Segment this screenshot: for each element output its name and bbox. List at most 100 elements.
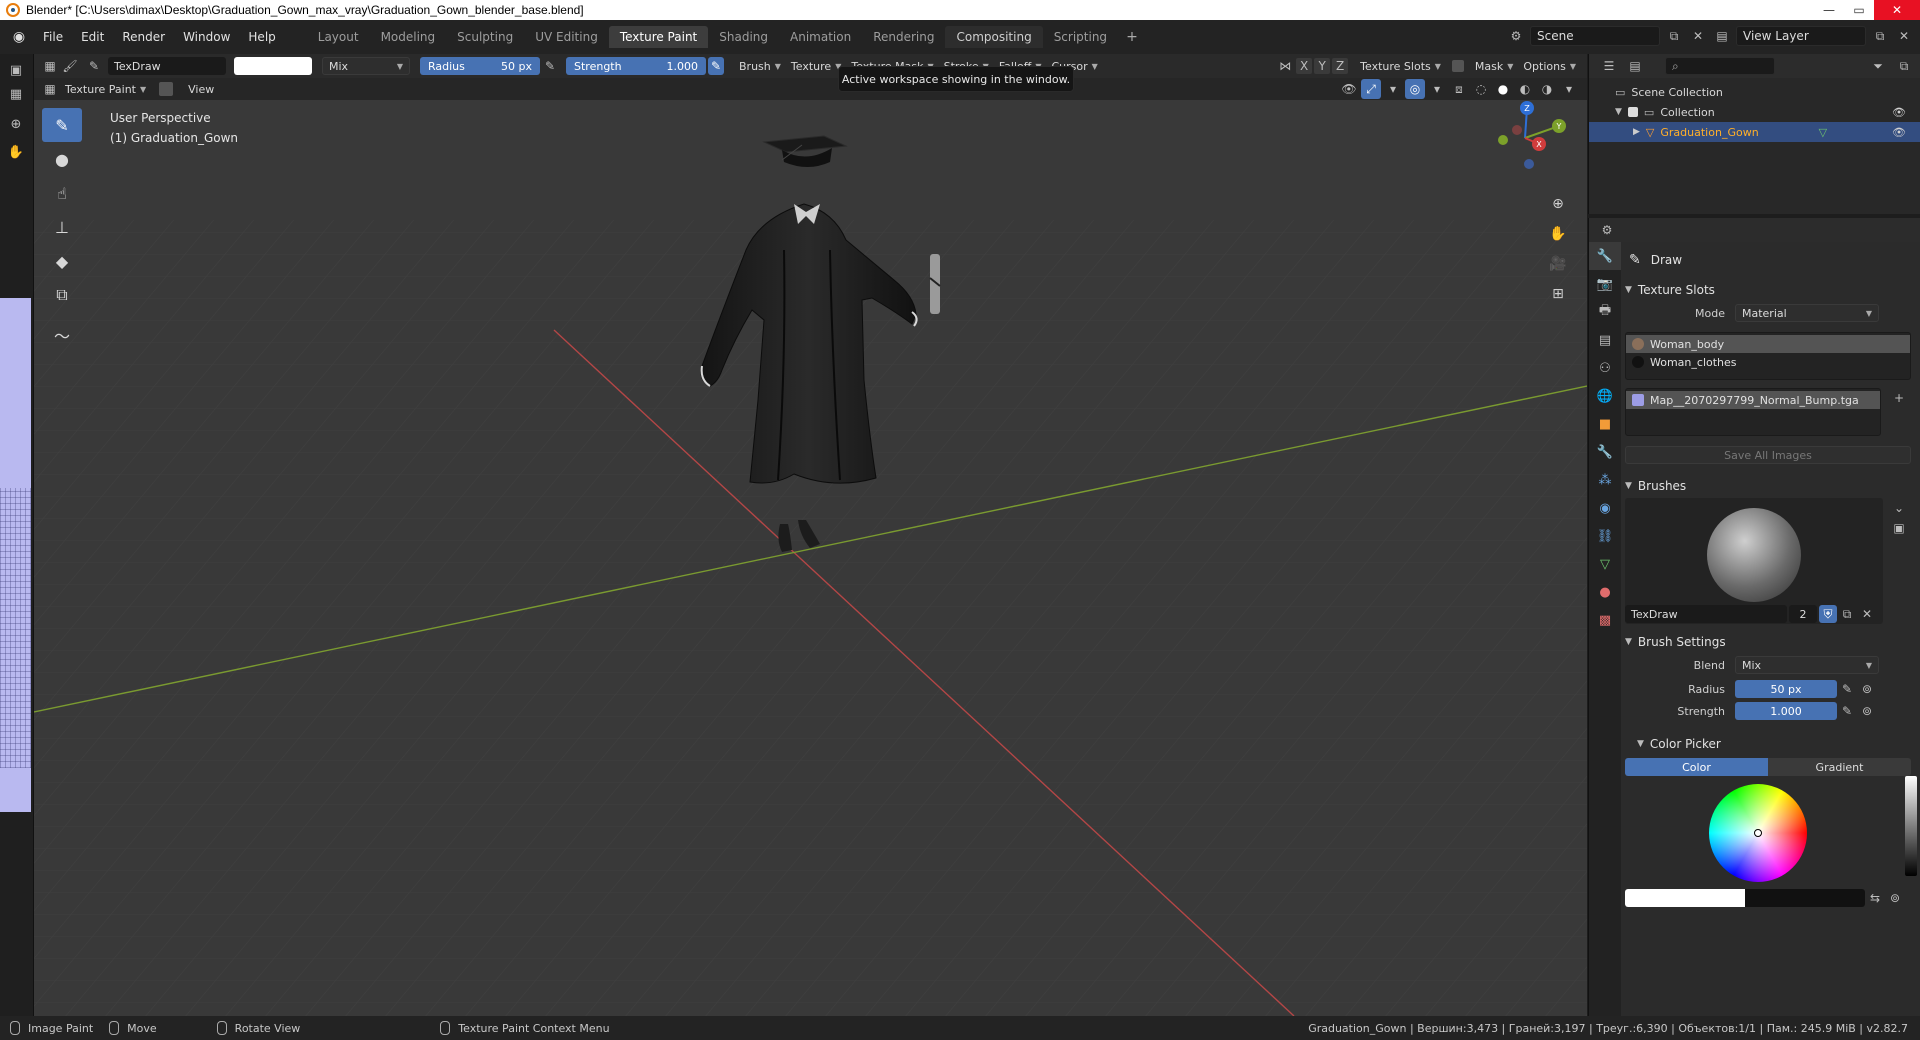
editor-type-icon[interactable]: ▣ <box>6 60 26 80</box>
clone-tool-icon[interactable]: ⊥ <box>42 210 82 244</box>
brush-name-field[interactable]: TexDraw <box>108 57 226 75</box>
tab-view-layer-icon[interactable]: ▤ <box>1589 326 1621 354</box>
shading-dropdown-icon[interactable]: ▾ <box>1559 79 1579 99</box>
add-image-icon[interactable]: + <box>1889 388 1909 408</box>
blend-select[interactable]: Mix ▼ <box>1735 656 1879 674</box>
tab-material-icon[interactable]: ● <box>1589 578 1621 606</box>
list-item-woman-body[interactable]: Woman_body <box>1626 335 1910 353</box>
view-layer-field[interactable]: View Layer <box>1736 26 1866 46</box>
tab-data-icon[interactable]: ▽ <box>1589 550 1621 578</box>
smear-tool-icon[interactable]: ☝ <box>42 176 82 210</box>
mask-tool-icon[interactable]: ⧉ <box>42 278 82 312</box>
zoom-view-icon[interactable]: ⊕ <box>1546 192 1570 216</box>
delete-view-layer-icon[interactable]: ✕ <box>1894 26 1914 46</box>
tab-sculpting[interactable]: Sculpting <box>446 26 524 48</box>
swap-colors-icon[interactable]: ⇆ <box>1865 888 1885 908</box>
ortho-toggle-icon[interactable]: ⊞ <box>1546 282 1570 306</box>
texture-slots-panel-header[interactable]: ▼ Texture Slots <box>1625 278 1917 302</box>
tab-world-icon[interactable]: 🌐 <box>1589 382 1621 410</box>
delete-scene-icon[interactable]: ✕ <box>1688 26 1708 46</box>
blender-menu-icon[interactable]: ◉ <box>10 28 28 46</box>
list-item-woman-clothes[interactable]: Woman_clothes <box>1626 353 1910 371</box>
mode-select[interactable]: Texture Paint ▼ <box>60 80 151 98</box>
radius-unit-icon[interactable]: ⊚ <box>1857 679 1877 699</box>
scene-field[interactable]: Scene <box>1530 26 1660 46</box>
tab-scene-icon[interactable]: ⚇ <box>1589 354 1621 382</box>
visibility-eye-icon[interactable]: 👁 <box>1892 126 1906 139</box>
fill-tool-icon[interactable]: ◆ <box>42 244 82 278</box>
outliner-search-input[interactable]: ⌕ <box>1665 57 1775 75</box>
tab-compositing[interactable]: Compositing <box>945 26 1043 48</box>
new-view-layer-icon[interactable]: ⧉ <box>1870 26 1890 46</box>
strength-slider[interactable]: Strength 1.000 <box>566 57 706 75</box>
brush-settings-panel-header[interactable]: ▼ Brush Settings <box>1625 630 1917 654</box>
tab-scripting[interactable]: Scripting <box>1043 26 1118 48</box>
zoom-icon[interactable]: ⊕ <box>6 114 26 134</box>
tab-texture-icon[interactable]: ▩ <box>1589 606 1621 634</box>
mirror-x-toggle[interactable]: X <box>1296 58 1313 74</box>
fake-user-shield-icon[interactable]: ⛨ <box>1819 605 1837 623</box>
editor-type-icon[interactable]: ☰ <box>1599 56 1619 76</box>
brush-preview-icon[interactable]: ✎ <box>84 56 104 76</box>
annotate-tool-icon[interactable]: 〜 <box>42 318 82 352</box>
view-menu[interactable]: View <box>183 80 219 98</box>
radius-pressure-icon[interactable]: ✎ <box>1837 679 1857 699</box>
xray-icon[interactable]: ⧈ <box>1449 79 1469 99</box>
outliner-row-collection[interactable]: ▼ ▭ Collection 👁 <box>1589 102 1920 122</box>
brush-image-icon[interactable]: ▣ <box>1889 518 1909 538</box>
scene-browse-icon[interactable]: ⚙ <box>1506 26 1526 46</box>
unlink-brush-icon[interactable]: ✕ <box>1857 604 1877 624</box>
camera-view-icon[interactable]: 🎥 <box>1546 252 1570 276</box>
tab-particles-icon[interactable]: ⁂ <box>1589 466 1621 494</box>
duplicate-brush-icon[interactable]: ⧉ <box>1837 604 1857 624</box>
tab-tool-icon[interactable]: 🔧 <box>1589 242 1621 270</box>
unified-color-icon[interactable]: ⊚ <box>1885 888 1905 908</box>
3d-viewport[interactable]: ✎ ● ☝ ⊥ ◆ ⧉ 〜 User Perspective (1) Gradu… <box>34 100 1587 1016</box>
strength-pressure-icon[interactable]: ✎ <box>708 57 724 75</box>
tab-uv-editing[interactable]: UV Editing <box>524 26 609 48</box>
strength-unified-icon[interactable]: ⊚ <box>1857 701 1877 721</box>
visibility-eye-icon[interactable]: 👁 <box>1892 106 1906 119</box>
list-item-normal-bump[interactable]: Map__2070297799_Normal_Bump.tga <box>1626 391 1880 409</box>
axis-gizmo[interactable]: Z Y X <box>1473 100 1583 190</box>
visibility-icon[interactable]: 👁 <box>1339 79 1359 99</box>
tab-rendering[interactable]: Rendering <box>862 26 945 48</box>
outliner-row-scene-collection[interactable]: ▭ Scene Collection <box>1589 82 1920 102</box>
overlays-toggle-icon[interactable]: ◎ <box>1405 79 1425 99</box>
navigation-gizmo[interactable]: Z Y X ⊕ ✋ 🎥 ⊞ <box>1473 100 1583 310</box>
filter-icon[interactable]: ⏷ <box>1868 56 1888 76</box>
tab-gradient[interactable]: Gradient <box>1768 758 1911 776</box>
mask-checkbox[interactable] <box>1451 60 1464 72</box>
mesh-data-icon[interactable]: ▽ <box>1819 126 1827 139</box>
menu-file[interactable]: File <box>34 30 72 44</box>
wireframe-shading-icon[interactable]: ◌ <box>1471 79 1491 99</box>
view-layer-browse-icon[interactable]: ▤ <box>1712 26 1732 46</box>
texture-slots-menu[interactable]: Texture Slots ▼ <box>1355 57 1446 75</box>
expand-icon[interactable]: ▶ <box>1633 127 1640 137</box>
radius-field[interactable]: 50 px <box>1735 680 1837 698</box>
options-menu[interactable]: Options ▼ <box>1518 57 1581 75</box>
maximize-button[interactable]: ▭ <box>1844 0 1874 20</box>
menu-edit[interactable]: Edit <box>72 30 113 44</box>
strength-pressure-icon[interactable]: ✎ <box>1837 701 1857 721</box>
radius-slider[interactable]: Radius 50 px <box>420 57 540 75</box>
tab-shading[interactable]: Shading <box>708 26 779 48</box>
tab-physics-icon[interactable]: ◉ <box>1589 494 1621 522</box>
tab-render-icon[interactable]: 📷 <box>1589 270 1621 298</box>
tab-texture-paint[interactable]: Texture Paint <box>608 26 709 48</box>
brush-color-swatch[interactable] <box>234 57 312 75</box>
save-all-images-button[interactable]: Save All Images <box>1625 446 1911 464</box>
brushes-panel-header[interactable]: ▼ Brushes <box>1625 474 1917 498</box>
outliner-row-graduation-gown[interactable]: ▶ ▽ Graduation_Gown ▽ 👁 <box>1589 122 1920 142</box>
new-collection-icon[interactable]: ⧉ <box>1894 56 1914 76</box>
tab-modifiers-icon[interactable]: 🔧 <box>1589 438 1621 466</box>
color-picker-panel-header[interactable]: ▼ Color Picker <box>1625 732 1917 756</box>
solid-shading-icon[interactable]: ● <box>1493 79 1513 99</box>
image-mode-icon[interactable]: ▦ <box>6 84 26 104</box>
tab-object-icon[interactable]: ■ <box>1589 410 1621 438</box>
soften-tool-icon[interactable]: ● <box>42 142 82 176</box>
material-shading-icon[interactable]: ◐ <box>1515 79 1535 99</box>
pan-hand-icon[interactable]: ✋ <box>6 142 26 162</box>
mask-menu[interactable]: Mask ▼ <box>1470 57 1519 75</box>
brush-name-field[interactable]: TexDraw <box>1625 605 1787 623</box>
